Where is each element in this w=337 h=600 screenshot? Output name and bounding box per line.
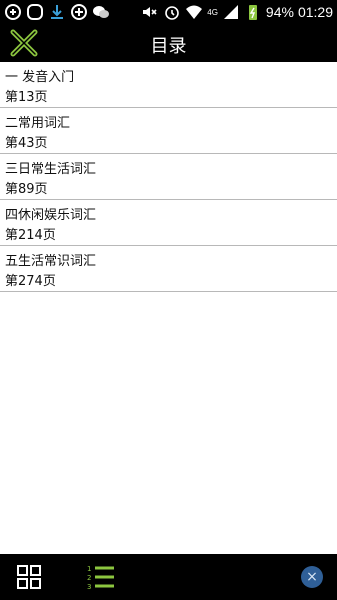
alarm-icon (165, 6, 180, 20)
list-number-2: 2 (87, 574, 91, 582)
list-number-1: 1 (87, 565, 91, 573)
dismiss-button[interactable]: × (301, 566, 323, 588)
toc-list: 一 发音入门 第13页 二常用词汇 第43页 三日常生活词汇 第89页 四休闲娱… (0, 62, 337, 292)
toc-item-title: 二常用词汇 (5, 116, 71, 131)
clock: 01:29 (297, 4, 333, 20)
page-title: 目录 (150, 36, 187, 57)
toc-item-page: 第43页 (5, 136, 48, 151)
system-status: 4G 94% 01:29 (141, 0, 333, 24)
toc-item-page: 第274页 (5, 274, 56, 289)
notification-icons (4, 3, 110, 21)
title-bar: 目录 (0, 24, 337, 62)
toc-item-title: 四休闲娱乐词汇 (5, 208, 97, 223)
toc-item[interactable]: 五生活常识词汇 第274页 (0, 246, 337, 292)
chat-bubble-icon (27, 4, 43, 20)
status-bar: 4G 94% 01:29 (0, 0, 337, 24)
grid-view-icon[interactable] (17, 565, 41, 589)
toc-item-title: 三日常生活词汇 (5, 162, 97, 177)
cleaner-app-icon (5, 4, 21, 20)
toc-item-page: 第13页 (5, 90, 48, 105)
toc-item-title: 五生活常识词汇 (5, 254, 97, 269)
toc-item[interactable]: 三日常生活词汇 第89页 (0, 154, 337, 200)
toc-item-page: 第214页 (5, 228, 56, 243)
toc-item-page: 第89页 (5, 182, 48, 197)
toc-item-title: 一 发音入门 (5, 70, 75, 85)
toc-item[interactable]: 一 发音入门 第13页 (0, 62, 337, 108)
battery-percent: 94% (265, 4, 294, 20)
toc-item[interactable]: 四休闲娱乐词汇 第214页 (0, 200, 337, 246)
list-number-3: 3 (87, 583, 91, 591)
signal-icon (223, 5, 238, 19)
wifi-icon (186, 5, 203, 19)
download-icon (51, 5, 63, 19)
mute-icon (143, 7, 157, 17)
toc-item[interactable]: 二常用词汇 第43页 (0, 108, 337, 154)
update-icon (71, 4, 87, 20)
numbered-list-icon[interactable]: 1 2 3 (86, 563, 116, 591)
bottom-toolbar: 1 2 3 × (0, 554, 337, 600)
wechat-icon (93, 6, 109, 18)
battery-icon (248, 5, 257, 20)
network-type: 4G (207, 7, 218, 17)
